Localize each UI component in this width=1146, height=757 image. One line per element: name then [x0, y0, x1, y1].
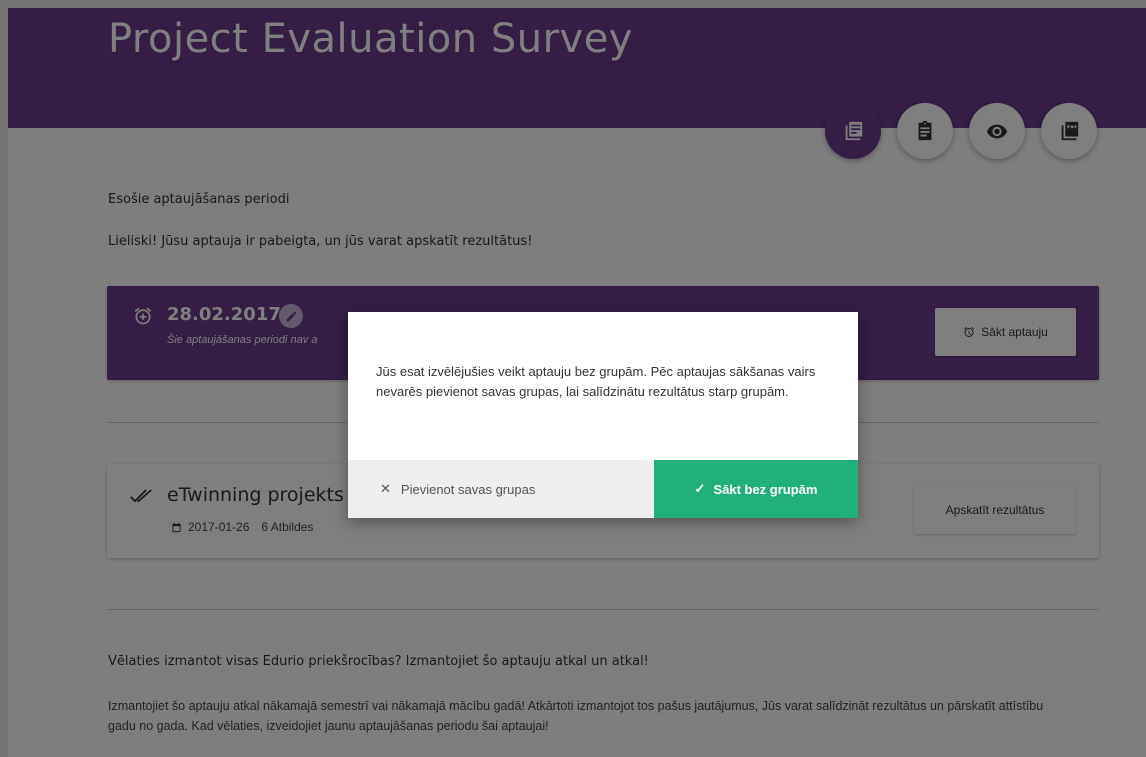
add-groups-button[interactable]: ✕ Pievienot savas grupas: [348, 460, 654, 518]
check-icon: ✓: [694, 481, 706, 496]
confirm-dialog: Jūs esat izvēlējušies veikt aptauju bez …: [348, 312, 858, 518]
add-groups-label: Pievienot savas grupas: [400, 481, 536, 497]
dialog-message: Jūs esat izvēlējušies veikt aptauju bez …: [376, 364, 816, 399]
start-without-groups-label: Sākt bez grupām: [713, 481, 818, 497]
close-icon: ✕: [380, 481, 391, 496]
dialog-actions: ✕ Pievienot savas grupas ✓ Sākt bez grup…: [348, 460, 858, 518]
start-without-groups-button[interactable]: ✓ Sākt bez grupām: [654, 460, 858, 518]
